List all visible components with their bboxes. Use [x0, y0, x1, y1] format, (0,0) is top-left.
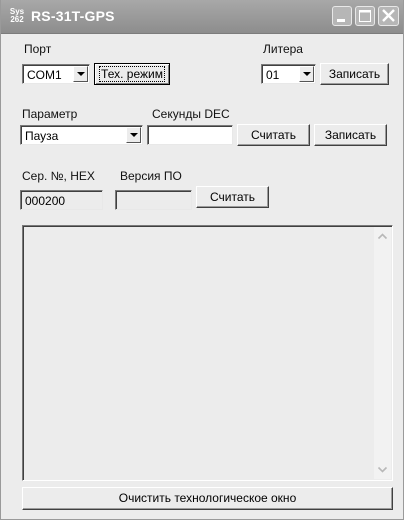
scroll-down-button[interactable] — [375, 462, 390, 477]
window-title: RS-31T-GPS — [31, 8, 115, 24]
clear-log-button[interactable]: Очистить технологическое окно — [22, 487, 393, 510]
litera-select-dropdown[interactable] — [299, 66, 314, 82]
parameter-select-value: Пауза — [25, 129, 59, 143]
chevron-down-icon — [77, 72, 85, 76]
tech-log-area[interactable] — [22, 225, 393, 481]
serial-label: Сер. №, HEX — [22, 169, 95, 183]
app-window: Sys 262 RS-31T-GPS Порт COM1 Тех. режим … — [0, 0, 404, 520]
minimize-icon — [337, 19, 345, 22]
chevron-down-icon — [303, 72, 311, 76]
port-select-value: COM1 — [27, 68, 62, 82]
scroll-up-icon — [377, 233, 388, 240]
app-icon-text-bottom: 262 — [10, 15, 24, 24]
scroll-down-icon — [377, 466, 388, 473]
log-scrollbar[interactable] — [374, 227, 391, 479]
parameter-write-button[interactable]: Записать — [314, 124, 387, 146]
parameter-select-dropdown[interactable] — [126, 127, 141, 143]
port-select-dropdown[interactable] — [73, 66, 88, 82]
minimize-button[interactable] — [332, 6, 352, 26]
version-label: Версия ПО — [120, 169, 182, 183]
litera-write-button[interactable]: Записать — [320, 63, 389, 85]
app-icon[interactable]: Sys 262 — [8, 8, 26, 26]
seconds-label: Секунды DEC — [152, 107, 230, 121]
close-icon — [382, 9, 395, 22]
version-field — [115, 190, 192, 210]
maximize-icon — [359, 10, 371, 22]
port-select[interactable]: COM1 — [22, 64, 90, 84]
tech-mode-button[interactable]: Тех. режим — [94, 63, 170, 85]
litera-select[interactable]: 01 — [261, 64, 316, 84]
parameter-read-button[interactable]: Считать — [237, 124, 310, 146]
tech-mode-button-label: Тех. режим — [99, 66, 165, 82]
close-button[interactable] — [378, 6, 399, 26]
litera-label: Литера — [263, 42, 303, 56]
litera-select-value: 01 — [266, 68, 280, 82]
maximize-button[interactable] — [355, 6, 375, 26]
title-bar[interactable]: Sys 262 RS-31T-GPS — [1, 0, 403, 34]
serial-field: 000200 — [20, 190, 103, 210]
scroll-up-button[interactable] — [375, 229, 390, 244]
port-label: Порт — [24, 42, 52, 56]
chevron-down-icon — [130, 133, 138, 137]
parameter-select[interactable]: Пауза — [20, 125, 143, 145]
parameter-label: Параметр — [22, 107, 78, 121]
serial-read-button[interactable]: Считать — [196, 186, 269, 208]
seconds-input[interactable] — [147, 125, 233, 145]
